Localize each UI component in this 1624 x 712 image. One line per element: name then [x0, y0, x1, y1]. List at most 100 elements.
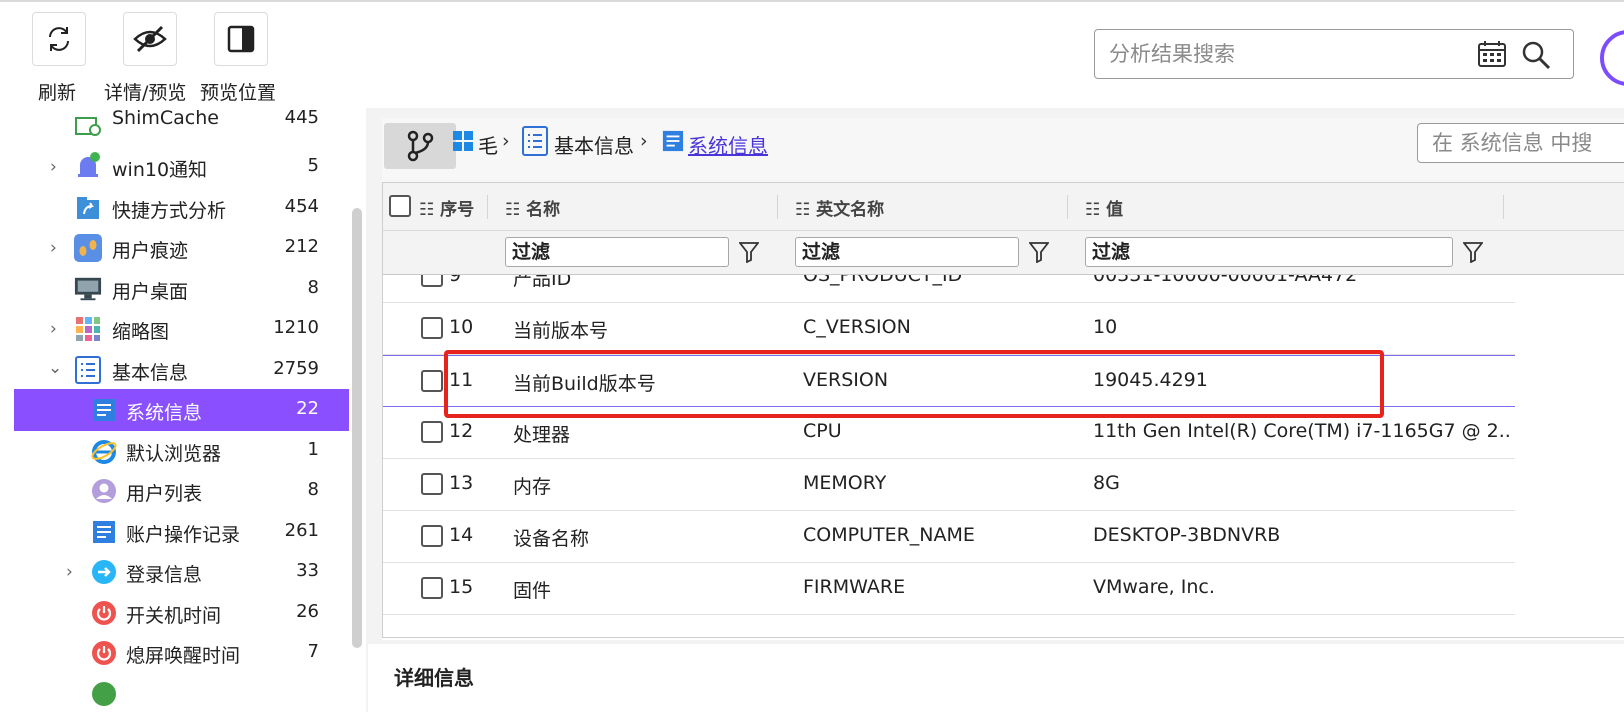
filter-icon[interactable] — [1029, 241, 1049, 263]
table-row-selected[interactable]: 11 当前Build版本号 VERSION 19045.4291 — [383, 355, 1515, 407]
row-checkbox[interactable] — [421, 473, 443, 495]
sidebar-item-count: 261 — [284, 520, 319, 541]
cell-value: 19045.4291 — [1093, 369, 1208, 391]
sidebar-item-label: ShimCache — [112, 107, 219, 129]
sidebar-item-count: 5 — [307, 155, 319, 176]
chevron-right-icon[interactable]: › — [50, 319, 57, 339]
cell-index: 14 — [449, 524, 474, 546]
sidebar-item-shimcache[interactable]: ShimCache 445 — [14, 106, 349, 148]
table-search[interactable] — [1417, 123, 1624, 163]
search-icon[interactable] — [1521, 40, 1551, 70]
table-row[interactable]: 12 处理器 CPU 11th Gen Intel(R) Core(TM) i7… — [383, 407, 1515, 459]
chevron-right-icon[interactable]: › — [50, 157, 57, 177]
name-filter-input[interactable]: 过滤 — [505, 237, 729, 267]
column-divider[interactable] — [777, 195, 778, 219]
column-header-en-name[interactable]: ☷ 英文名称 — [795, 195, 884, 220]
table-row[interactable]: 14 设备名称 COMPUTER_NAME DESKTOP-3BDNVRB — [383, 511, 1515, 563]
filter-icon[interactable] — [1463, 241, 1483, 263]
cell-name: 设备名称 — [513, 528, 590, 550]
column-header-name[interactable]: ☷ 名称 — [505, 195, 560, 220]
detail-preview-button[interactable] — [123, 12, 177, 66]
chevron-right-icon[interactable]: › — [66, 562, 73, 582]
value-filter-input[interactable]: 过滤 — [1085, 237, 1453, 267]
preview-position-button[interactable] — [214, 12, 268, 66]
calendar-icon[interactable] — [1477, 40, 1507, 68]
row-checkbox[interactable] — [421, 370, 443, 392]
breadcrumb-item[interactable]: 基本信息 — [554, 130, 634, 159]
sidebar-item-user-list[interactable]: 用户列表 8 — [14, 470, 349, 512]
list-icon — [74, 356, 102, 384]
en-name-filter-input[interactable]: 过滤 — [795, 237, 1019, 267]
refresh-label: 刷新 — [38, 82, 77, 104]
bell-icon — [74, 152, 102, 181]
sidebar-tree: ShimCache 445 › win10通知 5 快捷方式分析 454 › 用… — [0, 106, 366, 712]
sysinfo-icon — [90, 396, 118, 424]
sidebar-item-screen-wake[interactable]: 熄屏唤醒时间 7 — [14, 632, 349, 674]
table-row[interactable]: 9 产品ID OS_PRODUCT_ID 00331-10000-00001-A… — [383, 275, 1515, 303]
account-log-icon — [90, 518, 118, 546]
row-checkbox[interactable] — [421, 525, 443, 547]
grid-body: 9 产品ID OS_PRODUCT_ID 00331-10000-00001-A… — [383, 275, 1624, 637]
sidebar-item-label: 默认浏览器 — [126, 443, 222, 465]
breadcrumb-item[interactable]: 毛 — [478, 130, 498, 159]
chevron-right-icon: › — [640, 130, 648, 152]
sidebar-item-system-info[interactable]: 系统信息 22 — [14, 389, 349, 431]
sidebar-item-basic-info[interactable]: ⌄ 基本信息 2759 — [14, 349, 349, 391]
sidebar-item-shortcut-analysis[interactable]: 快捷方式分析 454 — [14, 187, 349, 229]
table-search-input[interactable] — [1432, 129, 1624, 157]
table-row[interactable]: 10 当前版本号 C_VERSION 10 — [383, 303, 1515, 355]
cell-index: 13 — [449, 472, 474, 494]
ie-icon — [90, 437, 118, 465]
refresh-button[interactable] — [32, 12, 86, 66]
filter-icon[interactable] — [739, 241, 759, 263]
column-header-index[interactable]: ☷ 序号 — [419, 195, 474, 220]
row-checkbox[interactable] — [421, 275, 443, 287]
chevron-right-icon[interactable]: › — [50, 238, 57, 258]
table-row[interactable]: 13 内存 MEMORY 8G — [383, 459, 1515, 511]
breadcrumb-item-current[interactable]: 系统信息 — [688, 130, 768, 159]
power-icon — [90, 639, 118, 667]
analysis-search[interactable] — [1094, 29, 1574, 79]
sidebar-item-count: 8 — [307, 277, 319, 298]
chevron-down-icon[interactable]: ⌄ — [48, 358, 62, 378]
row-checkbox[interactable] — [421, 577, 443, 599]
column-header-label: 值 — [1106, 200, 1124, 220]
cell-name: 固件 — [513, 580, 552, 602]
cell-en-name: VERSION — [803, 369, 889, 391]
cell-en-name: FIRMWARE — [803, 576, 906, 598]
sidebar-item-thumbnails[interactable]: › 缩略图 1210 — [14, 308, 349, 350]
panel-right-icon — [227, 25, 255, 53]
branch-icon — [407, 130, 434, 162]
sidebar-item-power-time[interactable]: 开关机时间 26 — [14, 592, 349, 634]
sidebar-item-user-traces[interactable]: › 用户痕迹 212 — [14, 227, 349, 269]
desktop-icon — [74, 275, 102, 303]
sidebar-item-label: 系统信息 — [126, 402, 203, 424]
cell-en-name: OS_PRODUCT_ID — [803, 275, 963, 286]
branch-button[interactable] — [384, 123, 456, 169]
cell-value: VMware, Inc. — [1093, 576, 1215, 598]
column-divider[interactable] — [1503, 195, 1504, 219]
sidebar-item-account-log[interactable]: 账户操作记录 261 — [14, 511, 349, 553]
row-checkbox[interactable] — [421, 421, 443, 443]
sidebar-item-label: 用户列表 — [126, 483, 203, 505]
column-divider[interactable] — [487, 195, 488, 219]
analysis-search-input[interactable] — [1109, 38, 1469, 70]
row-checkbox[interactable] — [421, 317, 443, 339]
sidebar-scrollbar[interactable] — [352, 208, 362, 648]
sidebar-item-count: 2759 — [273, 358, 319, 379]
sidebar-item-login-info[interactable]: › 登录信息 33 — [14, 551, 349, 593]
sidebar-item-count: 1 — [307, 439, 319, 460]
cell-en-name: CPU — [803, 420, 842, 442]
sidebar-item-label: 用户桌面 — [112, 281, 189, 303]
column-divider[interactable] — [1067, 195, 1068, 219]
table-row[interactable]: 15 固件 FIRMWARE VMware, Inc. — [383, 563, 1515, 615]
select-all-checkbox[interactable] — [389, 195, 411, 217]
cell-name: 处理器 — [513, 424, 571, 446]
sidebar-item-win10-notify[interactable]: › win10通知 5 — [14, 146, 349, 188]
sidebar-item-default-browser[interactable]: 默认浏览器 1 — [14, 430, 349, 472]
cell-index: 15 — [449, 576, 474, 598]
sidebar-item-user-desktop[interactable]: 用户桌面 8 — [14, 268, 349, 310]
avatar[interactable] — [1600, 30, 1624, 86]
detail-preview-label: 详情/预览 — [104, 82, 187, 104]
column-header-value[interactable]: ☷ 值 — [1085, 195, 1123, 220]
